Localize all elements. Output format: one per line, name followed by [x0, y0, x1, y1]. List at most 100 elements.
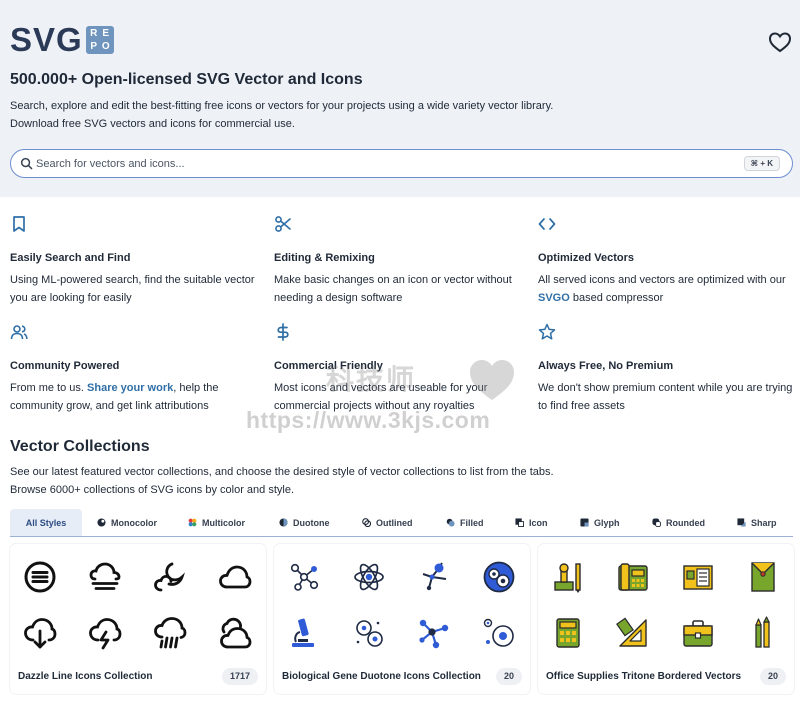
- feature-title: Editing & Remixing: [274, 252, 375, 264]
- page-title: 500.000+ Open-licensed SVG Vector and Ic…: [10, 71, 363, 88]
- tab-label: Filled: [460, 517, 484, 528]
- tab-glyph[interactable]: Glyph: [580, 509, 620, 536]
- logo-word: SVG: [10, 21, 83, 58]
- cells-icon: [483, 618, 514, 647]
- feature-title: Optimized Vectors: [538, 252, 634, 264]
- collections-description: See our latest featured vector collectio…: [10, 463, 770, 499]
- cloud-rain-icon: [154, 617, 187, 649]
- svgo-link[interactable]: SVGO: [538, 292, 570, 304]
- card-title[interactable]: Biological Gene Duotone Icons Collection: [282, 671, 481, 682]
- users-icon: [10, 325, 28, 340]
- star-icon: [538, 323, 556, 340]
- tab-label: Glyph: [594, 517, 620, 528]
- tab-rounded[interactable]: Rounded: [652, 509, 705, 536]
- tab-label: Sharp: [751, 517, 777, 528]
- outlined-icon: [362, 518, 371, 527]
- watermark-heart-icon: [470, 360, 514, 400]
- glyph-icon: [580, 518, 589, 527]
- heart-icon[interactable]: [768, 31, 792, 53]
- watermark-url: https://www.3kjs.com: [246, 407, 491, 433]
- feature-title: Community Powered: [10, 360, 120, 372]
- feature-desc: Make basic changes on an icon or vector …: [274, 274, 512, 304]
- collection-card[interactable]: Biological Gene Duotone Icons Collection…: [274, 544, 530, 694]
- tab-duotone[interactable]: Duotone: [279, 509, 330, 536]
- card-count-badge: 20: [495, 668, 522, 685]
- tab-label: Rounded: [666, 517, 705, 528]
- microscope-icon: [292, 618, 314, 647]
- feature-desc-text: based compressor: [569, 292, 664, 304]
- molecule-structure-icon: [422, 562, 447, 591]
- tab-sharp[interactable]: Sharp: [737, 509, 777, 536]
- cloud-lightning-icon: [89, 618, 122, 650]
- search-icon: [20, 157, 33, 170]
- search-input[interactable]: [36, 154, 736, 173]
- collections-title: Vector Collections: [10, 438, 150, 455]
- feature-desc: We don't show premium content while you …: [538, 382, 793, 412]
- pens-icon: [755, 616, 770, 648]
- sharp-icon: [737, 518, 746, 527]
- logo-badge-letter: O: [101, 40, 110, 52]
- fog-icon: [89, 562, 121, 590]
- rounded-icon: [652, 518, 661, 527]
- logo-badge-letter: E: [102, 27, 110, 39]
- feature-desc-text: From me to us.: [10, 382, 88, 394]
- dollar-icon: [277, 323, 289, 341]
- feature-desc: From me to us. Share your work, help the…: [10, 379, 265, 415]
- card-title[interactable]: Office Supplies Tritone Bordered Vectors: [546, 671, 741, 682]
- logo-badge-letter: P: [90, 40, 98, 52]
- tab-label: Outlined: [376, 517, 413, 528]
- ruler-icon: [616, 617, 647, 647]
- code-icon: [538, 218, 556, 230]
- svgrepo-logo[interactable]: SVG R E P O: [10, 21, 114, 58]
- menu-circle-icon: [24, 561, 56, 593]
- cloud-icon: [219, 565, 252, 589]
- feature-desc-text: All served icons and vectors are optimiz…: [538, 274, 786, 286]
- tab-label: Monocolor: [111, 517, 157, 528]
- document-icon: [683, 565, 713, 590]
- shortcut-badge: ⌘ + K: [743, 156, 780, 171]
- stamp-icon: [554, 563, 581, 593]
- monocolor-icon: [97, 518, 106, 527]
- tab-label: Icon: [529, 517, 548, 528]
- icon-style-icon: [515, 518, 524, 527]
- briefcase-icon: [683, 620, 713, 647]
- moon-cloud-icon: [154, 562, 185, 592]
- tab-multicolor[interactable]: Multicolor: [188, 509, 245, 536]
- bacteria-icon: [356, 620, 383, 647]
- style-tabs: All Styles Monocolor Multicolor Duotone …: [10, 509, 793, 537]
- tab-monocolor[interactable]: Monocolor: [97, 509, 157, 536]
- clouds-icon: [220, 617, 252, 649]
- molecule-icon: [290, 563, 319, 591]
- watermark-name: 科技师: [326, 364, 417, 395]
- feature-title: Always Free, No Premium: [538, 360, 674, 372]
- multicolor-icon: [188, 518, 197, 527]
- filled-icon: [446, 518, 455, 527]
- hero-description: Search, explore and edit the best-fittin…: [10, 97, 770, 133]
- cloud-download-icon: [24, 618, 57, 649]
- logo-badge: R E P O: [85, 26, 114, 54]
- collection-card[interactable]: Dazzle Line Icons Collection 1717: [10, 544, 266, 694]
- tab-label: Duotone: [293, 517, 330, 528]
- search-bar[interactable]: ⌘ + K: [10, 149, 793, 178]
- tab-icon[interactable]: Icon: [515, 509, 548, 536]
- card-title[interactable]: Dazzle Line Icons Collection: [18, 671, 152, 682]
- tab-all-styles[interactable]: All Styles: [10, 509, 82, 536]
- envelope-icon: [751, 562, 775, 592]
- collection-card[interactable]: Office Supplies Tritone Bordered Vectors…: [538, 544, 794, 694]
- hero-desc-line: Download free SVG vectors and icons for …: [10, 118, 295, 130]
- tab-outlined[interactable]: Outlined: [362, 509, 413, 536]
- card-count-badge: 20: [759, 668, 786, 685]
- bookmark-icon: [13, 216, 25, 232]
- collections-desc-line: Browse 6000+ collections of SVG icons by…: [10, 484, 295, 496]
- hero-section: SVG R E P O 500.000+ Open-licensed SVG V…: [0, 0, 800, 197]
- tab-label: Multicolor: [202, 517, 245, 528]
- share-work-link[interactable]: Share your work: [87, 382, 173, 394]
- cell-icon: [483, 561, 515, 593]
- tab-filled[interactable]: Filled: [446, 509, 484, 536]
- scissors-icon: [275, 216, 291, 232]
- logo-badge-letter: R: [90, 27, 98, 39]
- network-icon: [419, 619, 449, 649]
- calculator-icon: [556, 618, 580, 648]
- feature-title: Easily Search and Find: [10, 252, 131, 264]
- collections-desc-line: See our latest featured vector collectio…: [10, 466, 554, 478]
